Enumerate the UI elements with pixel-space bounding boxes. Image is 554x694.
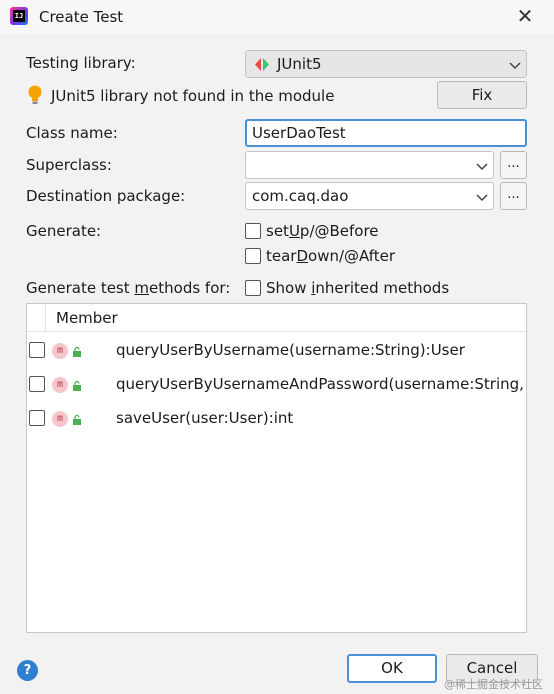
chevron-down-icon [476, 163, 488, 171]
member-table[interactable]: Member m queryUserByUsername(username:St… [26, 303, 527, 633]
teardown-label-part: tear [266, 247, 297, 265]
junit-icon [255, 58, 269, 71]
class-name-label: Class name: [26, 124, 118, 142]
testing-library-value: JUnit5 [277, 55, 322, 73]
method-signature: queryUserByUsername(username:String):Use… [116, 341, 465, 359]
teardown-label[interactable]: tearDown/@After [266, 247, 395, 265]
table-row[interactable]: m queryUserByUsernameAndPassword(usernam… [27, 369, 526, 399]
superclass-label: Superclass: [26, 156, 112, 174]
methods-for-label: Generate test methods for: [26, 279, 230, 297]
destination-package-label: Destination package: [26, 187, 186, 205]
member-column-header[interactable]: Member [56, 309, 118, 327]
testing-library-combo[interactable]: JUnit5 [245, 50, 527, 78]
setup-label-part: set [266, 222, 289, 240]
superclass-combo[interactable] [245, 151, 494, 179]
chevron-down-icon [476, 194, 488, 202]
row-checkbox[interactable] [29, 342, 45, 358]
destination-package-combo[interactable]: com.caq.dao [245, 182, 494, 210]
superclass-browse-button[interactable]: ... [500, 151, 527, 179]
method-icon: m [52, 411, 68, 427]
show-inherited-label[interactable]: Show inherited methods [266, 279, 449, 297]
fix-button[interactable]: Fix [437, 81, 527, 109]
public-lock-icon [73, 381, 81, 391]
teardown-label-part: own/@After [308, 247, 396, 265]
close-icon[interactable]: ✕ [513, 4, 537, 28]
class-name-value: UserDaoTest [252, 124, 346, 142]
method-icon: m [52, 377, 68, 393]
table-row[interactable]: m queryUserByUsername(username:String):U… [27, 335, 526, 365]
teardown-checkbox[interactable] [245, 248, 261, 264]
destination-browse-button[interactable]: ... [500, 182, 527, 210]
help-icon[interactable]: ? [17, 660, 38, 681]
public-lock-icon [73, 347, 81, 357]
header-divider [45, 304, 46, 332]
methods-for-part: ethods for: [149, 279, 231, 297]
destination-package-value: com.caq.dao [252, 187, 349, 205]
chevron-down-icon [509, 62, 521, 70]
setup-label-part: p/@Before [299, 222, 379, 240]
method-icon: m [52, 343, 68, 359]
setup-label[interactable]: setUp/@Before [266, 222, 379, 240]
testing-library-label: Testing library: [26, 54, 136, 72]
lightbulb-icon [28, 85, 42, 104]
method-signature: queryUserByUsernameAndPassword(username:… [116, 375, 526, 393]
setup-checkbox[interactable] [245, 223, 261, 239]
show-inherited-part: Show [266, 279, 312, 297]
teardown-mnemonic: D [296, 247, 309, 265]
show-inherited-checkbox[interactable] [245, 280, 261, 296]
intellij-app-icon: IJ [10, 7, 28, 25]
row-checkbox[interactable] [29, 376, 45, 392]
ok-button[interactable]: OK [347, 654, 437, 683]
watermark: @稀土掘金技术社区 [444, 678, 543, 691]
methods-for-mnemonic: m [134, 279, 150, 297]
public-lock-icon [73, 415, 81, 425]
table-header: Member [27, 304, 526, 332]
show-inherited-part: nherited methods [315, 279, 450, 297]
class-name-field[interactable]: UserDaoTest [245, 119, 527, 147]
warning-text: JUnit5 library not found in the module [51, 87, 335, 105]
generate-label: Generate: [26, 222, 102, 240]
table-row[interactable]: m saveUser(user:User):int [27, 403, 526, 433]
row-checkbox[interactable] [29, 410, 45, 426]
method-signature: saveUser(user:User):int [116, 409, 294, 427]
methods-for-part: Generate test [26, 279, 135, 297]
setup-mnemonic: U [288, 222, 300, 240]
window-title: Create Test [39, 8, 124, 26]
